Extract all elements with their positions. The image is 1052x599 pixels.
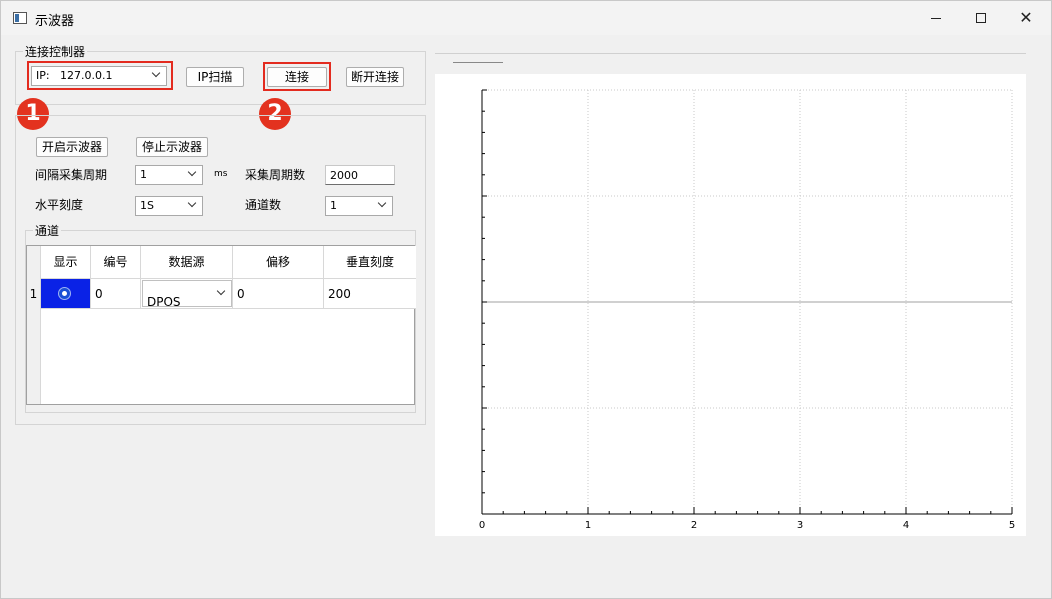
stop-scope-button[interactable]: 停止示波器 — [136, 137, 208, 157]
sample-count-label: 采集周期数 — [245, 168, 306, 182]
interval-unit: ms — [214, 169, 228, 179]
start-scope-button[interactable]: 开启示波器 — [36, 137, 108, 157]
interval-combo[interactable]: 1 — [135, 165, 203, 185]
vscale-cell[interactable]: 200 — [324, 279, 416, 309]
maximize-button[interactable] — [958, 1, 1004, 35]
controller-group-title: 连接控制器 — [23, 43, 88, 60]
channel-group-title: 通道 — [33, 222, 62, 239]
interval-value: 1 — [140, 168, 147, 181]
highlight-box-connect — [263, 62, 331, 91]
column-header-display[interactable]: 显示 — [41, 246, 91, 279]
minimize-button[interactable] — [913, 1, 959, 35]
sample-count-input[interactable]: 2000 — [325, 165, 395, 185]
close-icon: ✕ — [1019, 8, 1033, 27]
chevron-down-icon — [378, 200, 388, 210]
x-tick-label: 1 — [585, 520, 591, 531]
oscilloscope-window: 示波器 ✕ 连接控制器 IP: 127.0.0.1 IP扫描 连接 断开连接 1… — [0, 0, 1052, 599]
channel-count-label: 通道数 — [245, 198, 282, 212]
x-tick-label: 0 — [479, 520, 485, 531]
column-header-vscale[interactable]: 垂直刻度 — [324, 246, 416, 279]
sample-count-value: 2000 — [330, 169, 358, 182]
plot-tab-indicator — [453, 62, 503, 63]
chevron-down-icon — [188, 169, 198, 179]
channel-count-combo[interactable]: 1 — [325, 196, 393, 216]
column-header-source[interactable]: 数据源 — [141, 246, 233, 279]
chevron-down-icon — [188, 200, 198, 210]
app-icon — [13, 12, 27, 24]
highlight-box-ip — [27, 61, 173, 90]
maximize-icon — [976, 13, 986, 23]
column-header-offset[interactable]: 偏移 — [233, 246, 324, 279]
x-tick-label: 5 — [1009, 520, 1015, 531]
channel-table: 显示 编号 数据源 偏移 垂直刻度 1 0 DPOS 0 200 — [26, 245, 416, 405]
display-cell[interactable] — [41, 279, 91, 309]
display-radio[interactable] — [58, 287, 71, 300]
x-tick-label: 2 — [691, 520, 697, 531]
horizontal-scale-combo[interactable]: 1S — [135, 196, 203, 216]
row-number: 1 — [27, 279, 41, 309]
row-header-column — [27, 246, 41, 404]
chevron-down-icon — [217, 288, 227, 298]
x-tick-label: 3 — [797, 520, 803, 531]
title-bar: 示波器 ✕ — [1, 1, 1051, 35]
plot-tab-line — [435, 53, 1026, 54]
source-combo[interactable]: DPOS — [142, 280, 232, 309]
source-value: DPOS — [147, 295, 181, 309]
source-cell[interactable]: DPOS — [141, 279, 233, 309]
horizontal-scale-value: 1S — [140, 199, 154, 212]
minimize-icon — [931, 17, 941, 19]
id-cell[interactable]: 0 — [91, 279, 141, 309]
interval-label: 间隔采集周期 — [35, 168, 108, 182]
column-header-id[interactable]: 编号 — [91, 246, 141, 279]
disconnect-button[interactable]: 断开连接 — [346, 67, 404, 87]
window-title: 示波器 — [35, 14, 75, 29]
offset-cell[interactable]: 0 — [233, 279, 324, 309]
ip-scan-button[interactable]: IP扫描 — [186, 67, 244, 87]
x-tick-label: 4 — [903, 520, 909, 531]
oscilloscope-chart: 0 1 2 3 4 5 — [479, 89, 1015, 531]
plot-area[interactable]: 0 1 2 3 4 5 — [435, 74, 1026, 536]
close-button[interactable]: ✕ — [1003, 1, 1049, 35]
horizontal-scale-label: 水平刻度 — [35, 198, 84, 212]
channel-count-value: 1 — [330, 199, 337, 212]
